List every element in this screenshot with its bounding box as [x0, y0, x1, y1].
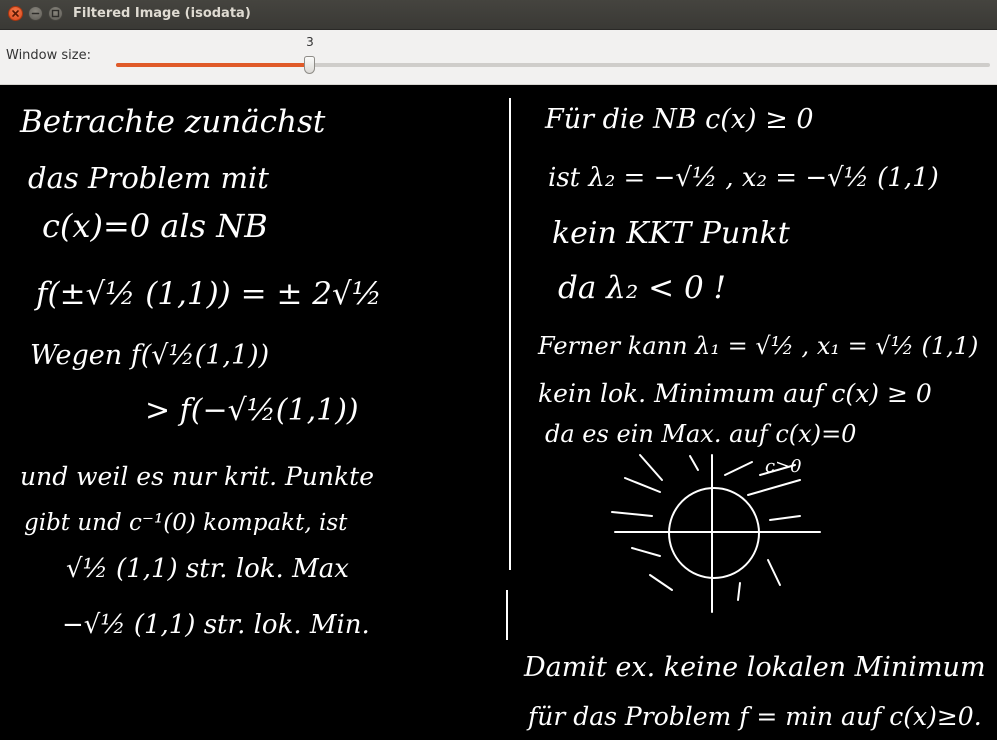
slider-handle[interactable]: [304, 56, 315, 74]
whiteboard-image: Betrachte zunächst das Problem mit c(x)=…: [19, 98, 986, 731]
right-line-6: kein lok. Minimum auf c(x) ≥ 0: [538, 379, 932, 408]
left-line-4: f(±√½ (1,1)) = ± 2√½: [34, 276, 382, 312]
maximize-button[interactable]: [48, 6, 63, 21]
slider-fill: [116, 63, 310, 67]
right-line-2: ist λ₂ = −√½ , x₂ = −√½ (1,1): [548, 163, 939, 193]
left-line-3: c(x)=0 als NB: [42, 207, 268, 245]
minimize-button[interactable]: [28, 6, 43, 21]
filtered-image: Betrachte zunächst das Problem mit c(x)=…: [0, 85, 997, 740]
right-line-4: da λ₂ < 0 !: [558, 270, 726, 306]
right-line-1: Für die NB c(x) ≥ 0: [544, 104, 814, 135]
right-line-5: Ferner kann λ₁ = √½ , x₁ = √½ (1,1): [537, 332, 978, 360]
left-line-6: > f(−√½(1,1)): [145, 393, 359, 428]
right-line-3: kein KKT Punkt: [552, 216, 791, 251]
left-line-2: das Problem mit: [28, 161, 269, 195]
minimize-icon: [31, 12, 40, 15]
right-line-8: Damit ex. keine lokalen Minimum: [523, 652, 986, 683]
window-title: Filtered Image (isodata): [73, 6, 251, 21]
left-line-8: gibt und c⁻¹(0) kompakt, ist: [24, 510, 348, 536]
window-size-slider[interactable]: [116, 56, 990, 76]
toolbar: Window size: 3: [0, 30, 997, 85]
window-titlebar: Filtered Image (isodata): [0, 0, 997, 30]
close-button[interactable]: [8, 6, 23, 21]
left-line-5: Wegen f(√½(1,1)): [30, 340, 269, 371]
slider-value: 3: [306, 35, 314, 49]
window-size-label: Window size:: [6, 48, 91, 63]
left-line-7: und weil es nur krit. Punkte: [20, 462, 374, 491]
left-line-9: √½ (1,1) str. lok. Max: [66, 554, 349, 584]
circle-sketch: [611, 454, 821, 613]
left-line-10: −√½ (1,1) str. lok. Min.: [62, 610, 370, 640]
maximize-icon: [51, 9, 60, 18]
right-line-9: für das Problem f = min auf c(x)≥0.: [526, 702, 982, 731]
close-icon: [12, 10, 19, 17]
left-line-1: Betrachte zunächst: [19, 104, 326, 140]
sketch-label: c>0: [765, 456, 802, 477]
right-line-7: da es ein Max. auf c(x)=0: [545, 420, 856, 448]
